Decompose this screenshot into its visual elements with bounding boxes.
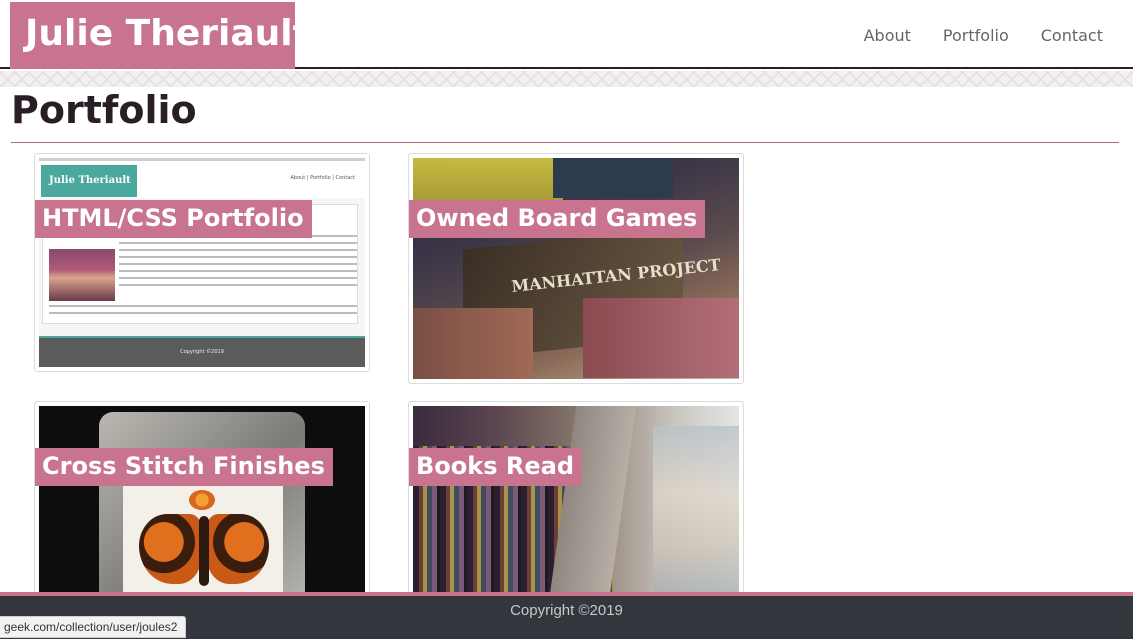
thumb-footer: Copyright ©2019 bbox=[39, 336, 365, 367]
site-header: Julie Theriault About Portfolio Contact bbox=[0, 0, 1133, 69]
butterfly-body bbox=[199, 516, 209, 586]
thumb-text-lines bbox=[119, 235, 357, 291]
nav-portfolio[interactable]: Portfolio bbox=[943, 26, 1009, 45]
website-screenshot-thumbnail: Julie Theriault About | Portfolio | Cont… bbox=[39, 158, 365, 367]
bookshelf bbox=[549, 406, 637, 596]
blurred-background bbox=[653, 426, 739, 596]
site-brand[interactable]: Julie Theriault bbox=[10, 2, 310, 69]
cross-stitch-photo bbox=[39, 406, 365, 596]
game-box bbox=[583, 298, 739, 378]
browser-status-bar-url: geek.com/collection/user/joules2 bbox=[0, 616, 187, 638]
card-label[interactable]: Cross Stitch Finishes bbox=[35, 448, 333, 486]
page-title: Portfolio bbox=[11, 88, 197, 132]
portfolio-card-cross-stitch[interactable]: Cross Stitch Finishes bbox=[34, 401, 370, 601]
game-box bbox=[413, 308, 533, 379]
thumb-profile-photo bbox=[49, 249, 115, 301]
portfolio-card-board-games[interactable]: MANHATTAN PROJECT Owned Board Games bbox=[408, 153, 744, 384]
portfolio-card-books-read[interactable]: Books Read bbox=[408, 401, 744, 601]
thumb-header: Julie Theriault About | Portfolio | Cont… bbox=[39, 158, 365, 198]
portfolio-card-html-css[interactable]: Julie Theriault About | Portfolio | Cont… bbox=[34, 153, 370, 372]
card-label[interactable]: Owned Board Games bbox=[409, 200, 706, 238]
thumb-nav: About | Portfolio | Contact bbox=[290, 175, 355, 181]
nav-contact[interactable]: Contact bbox=[1041, 26, 1103, 45]
thumb-brand: Julie Theriault bbox=[41, 165, 137, 197]
thumb-text-lines-lower bbox=[49, 305, 357, 319]
main-nav: About Portfolio Contact bbox=[864, 26, 1103, 45]
stitch-flower bbox=[189, 490, 215, 510]
title-divider bbox=[11, 142, 1119, 143]
card-label[interactable]: HTML/CSS Portfolio bbox=[35, 200, 312, 238]
nav-about[interactable]: About bbox=[864, 26, 911, 45]
game-box bbox=[553, 158, 673, 198]
board-games-photo: MANHATTAN PROJECT bbox=[413, 158, 739, 379]
decorative-pattern-band bbox=[0, 71, 1133, 87]
card-label[interactable]: Books Read bbox=[409, 448, 583, 486]
books-photo bbox=[413, 406, 739, 596]
